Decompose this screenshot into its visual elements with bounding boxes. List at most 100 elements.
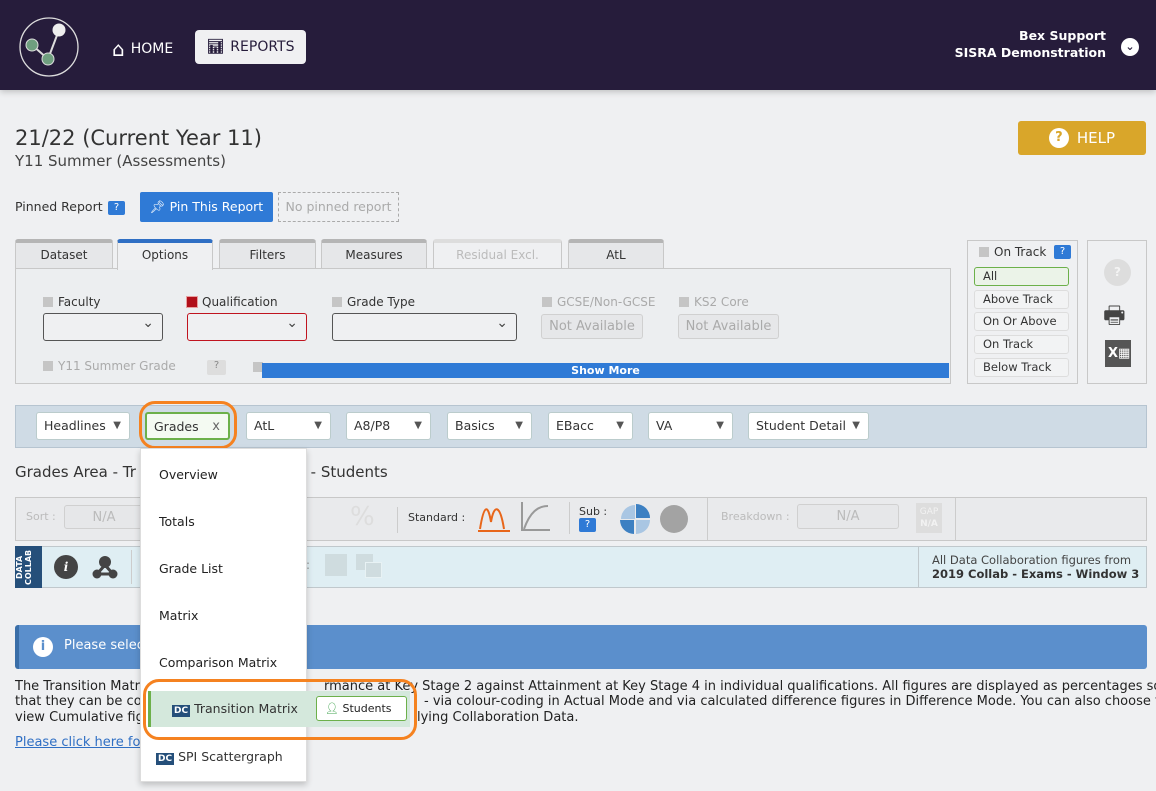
page-subtitle: Y11 Summer (Assessments) [15,152,226,170]
nav-basics[interactable]: Basics ▼ [447,412,532,440]
data-collab-badge: DATA COLLAB [15,546,42,588]
on-track-above[interactable]: Above Track [974,290,1069,309]
tab-atl[interactable]: AtL [568,239,664,269]
nav-atl[interactable]: AtL ▼ [246,412,331,440]
ks2-checkbox [679,297,689,307]
on-track-on[interactable]: On Track [974,335,1069,354]
caret-down-icon: ▼ [414,420,422,431]
description-fragment: lying Collaboration Data. [417,710,579,725]
nav-ebacc[interactable]: EBacc ▼ [548,412,633,440]
percent-icon: % [350,502,375,532]
info-circle-icon: i [33,637,53,657]
pin-icon: 📌︎ [149,199,170,214]
highlight-ring-grades [139,401,237,449]
divider [569,502,570,534]
print-icon[interactable]: 🖶︎ [1103,298,1126,339]
faculty-label: Faculty [43,295,101,309]
tab-filters[interactable]: Filters [219,239,316,269]
overlap-squares-icon[interactable] [356,554,384,580]
highlight-ring-transition [143,679,417,740]
sub-label: Sub : [579,505,608,518]
gcse-label: GCSE/Non-GCSE [542,295,656,309]
divider [707,498,708,540]
menu-item-grade-list[interactable]: Grade List [159,561,223,576]
faculty-checkbox[interactable] [43,297,53,307]
sisra-logo[interactable] [18,16,80,78]
sub-pie-icon[interactable] [620,504,650,534]
menu-item-overview[interactable]: Overview [159,467,218,482]
collab-info-line2: 2019 Collab - Exams - Window 3 [932,567,1140,581]
menu-item-comparison-matrix[interactable]: Comparison Matrix [159,655,277,670]
gcse-value: Not Available [541,314,643,339]
breakdown-select: N/A [797,504,899,529]
ks2-label: KS2 Core [679,295,749,309]
sort-select: N/A [64,505,144,529]
top-header: ⌂ HOME 📊︎ REPORTS Bex Support SISRA Demons… [0,0,1156,90]
menu-item-spi-scattergraph[interactable]: DC SPI Scattergraph [156,749,283,765]
ks2-value: Not Available [678,314,779,339]
qualification-checkbox[interactable] [186,296,198,308]
nav-headlines[interactable]: Headlines ▼ [36,412,130,440]
on-track-on-or-above[interactable]: On Or Above [974,312,1069,331]
single-square-icon[interactable] [325,554,347,576]
pin-label: Pin This Report [169,199,264,214]
menu-item-totals[interactable]: Totals [159,514,195,529]
grade-type-checkbox[interactable] [332,297,342,307]
org-name[interactable]: SISRA Demonstration [955,45,1106,60]
user-menu-chevron-icon[interactable]: ⌄ [1121,38,1139,56]
on-track-help[interactable]: ? [1054,245,1071,259]
nav-student-detail[interactable]: Student Detail ▼ [748,412,869,440]
nav-reports[interactable]: 📊︎ REPORTS [195,30,306,64]
on-track-below[interactable]: Below Track [974,358,1069,377]
caret-down-icon: ▼ [616,420,624,431]
divider [918,547,919,587]
tab-options[interactable]: Options [117,239,213,270]
pin-report-button[interactable]: 📌︎ Pin This Report [140,192,273,222]
caret-down-icon: ▼ [113,420,121,431]
description-fragment: - via colour-coding in Actual Mode and v… [424,694,1156,709]
tab-measures[interactable]: Measures [321,239,427,269]
home-icon: ⌂ [112,37,125,61]
pinned-help-badge[interactable]: ? [108,201,125,215]
help-label: HELP [1076,129,1116,147]
sub-circle-icon[interactable] [660,505,688,533]
help-link[interactable]: Please click here for [15,735,146,750]
description-fragment: that they can be co [15,694,142,709]
user-name[interactable]: Bex Support [1019,28,1106,43]
y11-checkbox[interactable] [43,361,53,371]
divider [131,550,132,584]
menu-item-matrix[interactable]: Matrix [159,608,198,623]
network-icon[interactable] [92,555,118,579]
pinned-report-label: Pinned Report [15,199,103,214]
area-heading-right: t - Students [300,463,388,481]
show-more-bar[interactable]: Show More [262,363,949,378]
cumulative-curve-icon[interactable] [520,502,550,532]
standard-label: Standard : [408,511,466,524]
y11-help-badge[interactable]: ? [207,360,226,375]
caret-down-icon: ▼ [515,420,523,431]
y11-grade-label: Y11 Summer Grade [43,359,176,373]
bar-chart-icon: 📊︎ [206,39,225,55]
divider [955,498,956,540]
caret-down-icon: ▼ [716,420,724,431]
nav-va[interactable]: VA ▼ [648,412,733,440]
breakdown-label: Breakdown : [721,510,790,523]
on-track-checkbox[interactable] [979,247,989,257]
qualification-select[interactable] [187,313,307,341]
tab-residual-excl: Residual Excl. [433,239,562,269]
nav-a8p8[interactable]: A8/P8 ▼ [346,412,431,440]
grade-type-label: Grade Type [332,295,415,309]
on-track-label: On Track [979,245,1046,259]
question-icon: ? [1048,128,1069,148]
faculty-select[interactable] [43,313,163,341]
grade-type-select[interactable] [332,313,517,341]
distribution-curve-icon[interactable] [478,502,510,532]
on-track-all[interactable]: All [974,267,1069,286]
info-icon[interactable]: i [54,555,78,579]
tab-dataset[interactable]: Dataset [15,239,113,269]
nav-home[interactable]: ⌂ HOME [112,37,173,61]
help-button[interactable]: ? HELP [1018,121,1146,155]
excel-export-icon[interactable]: X▦ [1105,340,1131,367]
no-pinned-report: No pinned report [278,192,399,222]
sub-help[interactable]: ? [579,518,596,532]
